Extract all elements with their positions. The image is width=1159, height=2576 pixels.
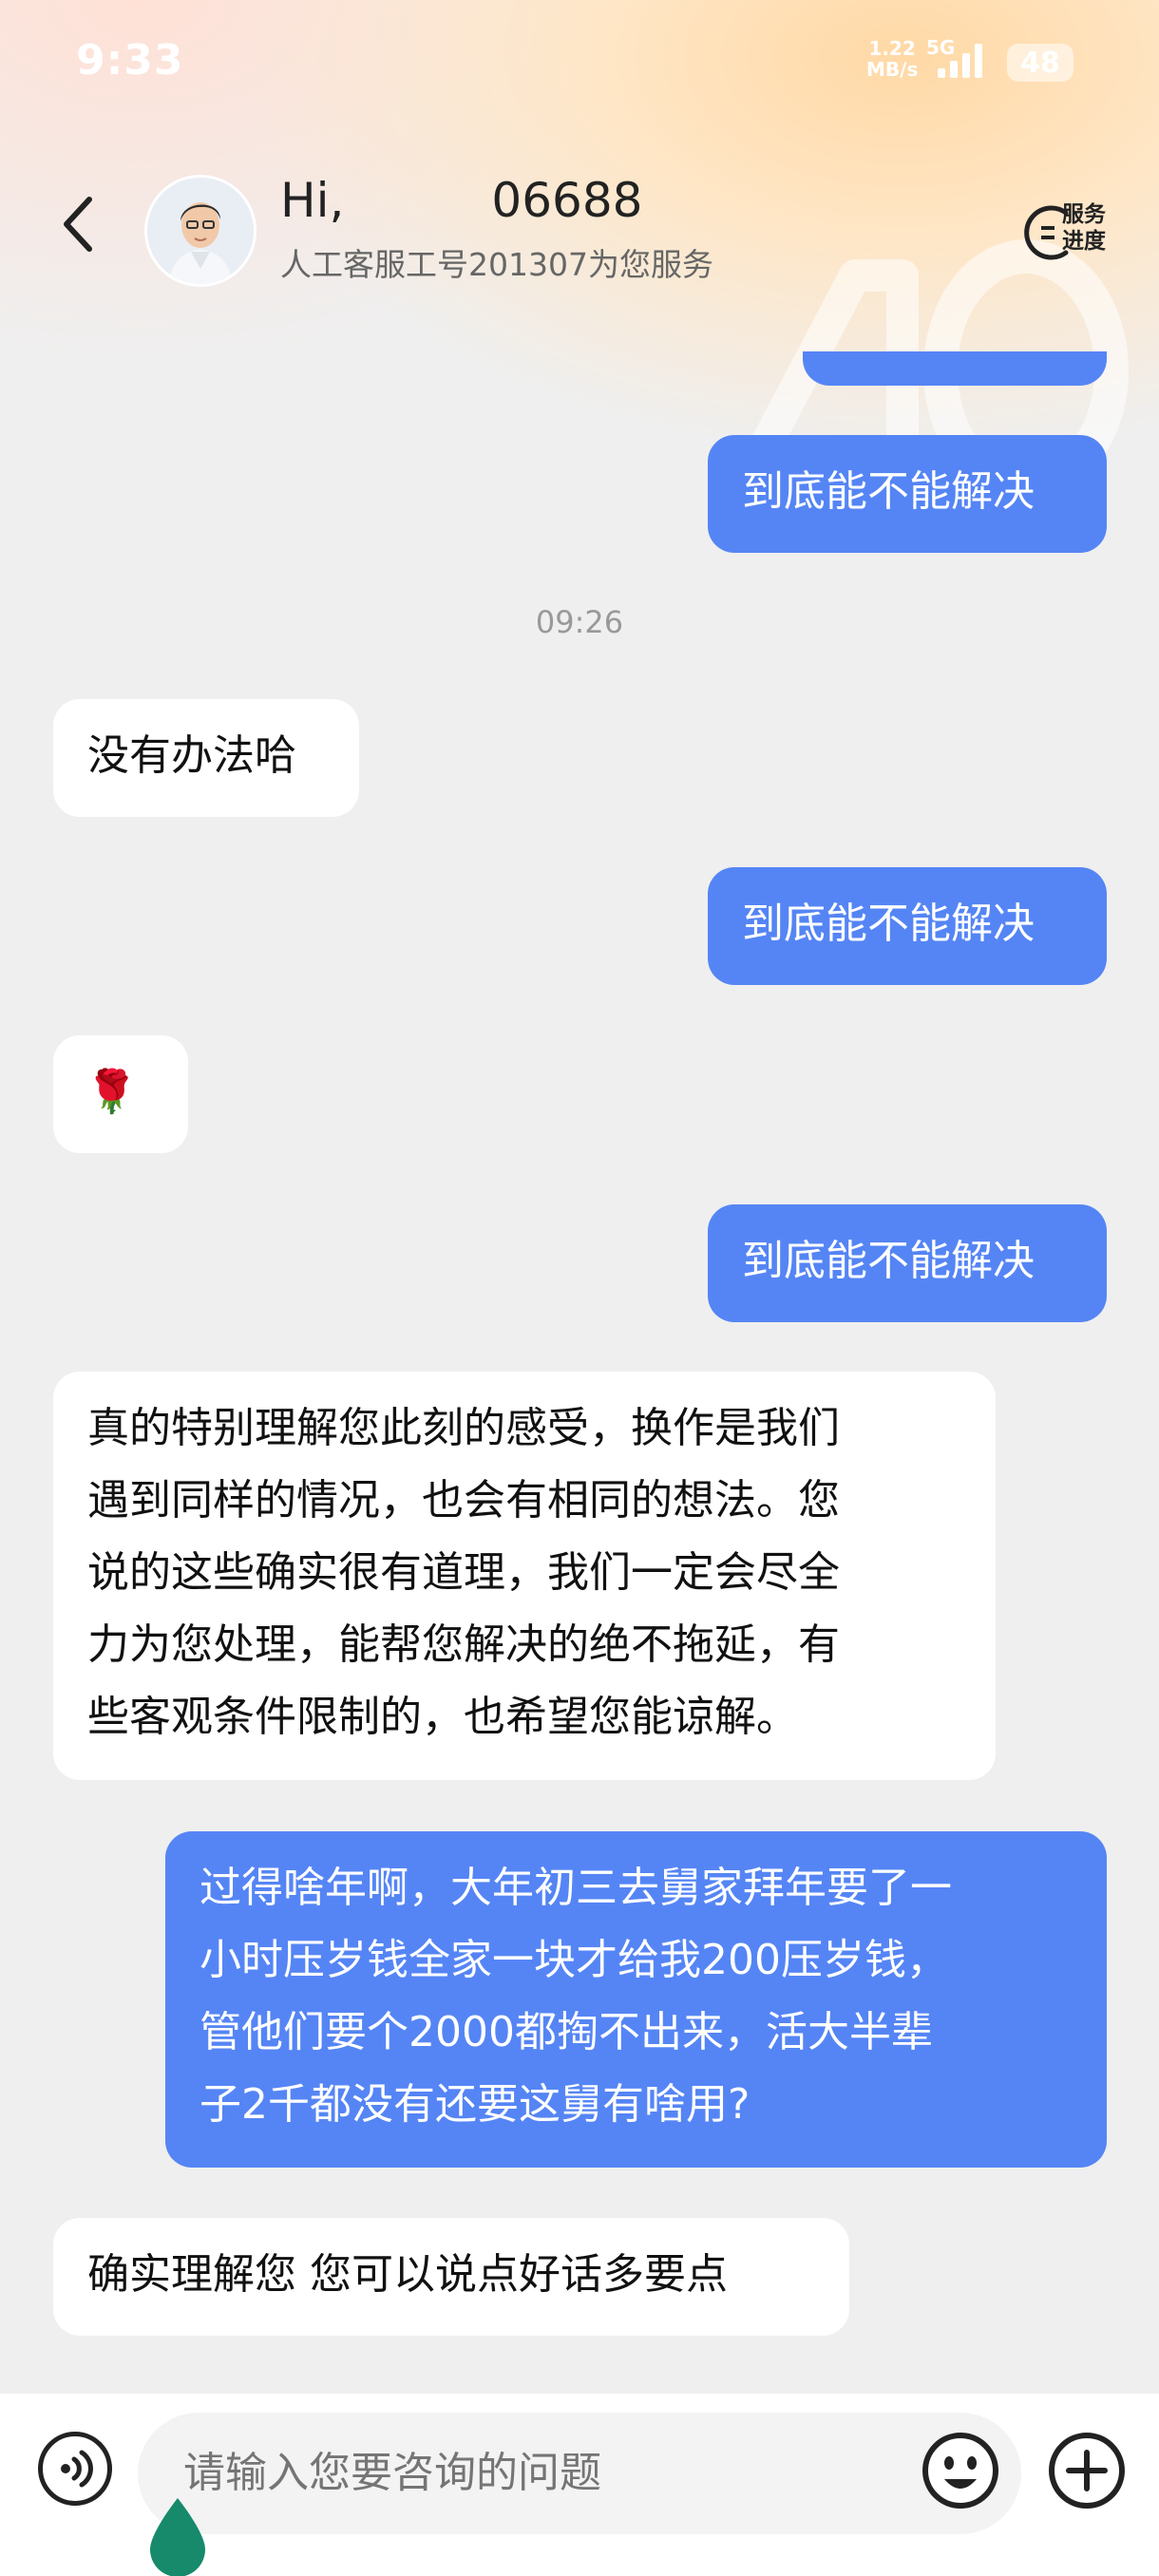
message-bubble-agent[interactable]: 🌹	[53, 1035, 188, 1153]
agent-greeting: Hi, 06688	[280, 173, 642, 228]
message-line: 小时压岁钱全家一块才给我200压岁钱，	[200, 1936, 948, 1984]
assistant-drop-icon[interactable]	[146, 2496, 209, 2576]
message-line: 过得啥年啊，大年初三去舅家拜年要了一	[200, 1864, 952, 1912]
voice-input-button[interactable]	[38, 2432, 112, 2506]
message-bubble-agent[interactable]: 确实理解您 您可以说点好话多要点	[53, 2218, 849, 2336]
back-button[interactable]	[49, 190, 106, 258]
agent-subtitle: 人工客服工号201307为您服务	[280, 246, 713, 283]
battery-indicator: 48	[1007, 44, 1074, 82]
network-speed-unit: MB/s	[866, 58, 919, 81]
message-text: 没有办法哈	[87, 731, 296, 780]
message-line: 管他们要个2000都掏不出来，活大半辈	[200, 2008, 933, 2056]
message-timestamp: 09:26	[535, 604, 624, 640]
message-bubble-mine[interactable]: 到底能不能解决	[708, 867, 1107, 985]
message-line: 真的特别理解您此刻的感受，换作是我们	[87, 1404, 840, 1452]
emoji-button[interactable]	[922, 2432, 999, 2510]
message-bubble-mine[interactable]: 到底能不能解决	[708, 1204, 1107, 1322]
service-progress-label: 服务 进度	[1062, 201, 1106, 255]
message-text: 确实理解您 您可以说点好话多要点	[87, 2250, 728, 2299]
progress-label-line2: 进度	[1062, 229, 1106, 254]
chat-header: Hi, 06688 人工客服工号201307为您服务 服务 进度	[0, 161, 1159, 294]
status-bar: 9:33 1.22 MB/s 5G 48	[0, 0, 1159, 123]
message-bubble-agent[interactable]: 没有办法哈	[53, 699, 359, 817]
status-time: 9:33	[76, 36, 184, 85]
message-bubble-agent[interactable]: 真的特别理解您此刻的感受，换作是我们 遇到同样的情况，也会有相同的想法。您 说的…	[53, 1372, 996, 1780]
message-text: 到底能不能解决	[742, 900, 1035, 948]
person-avatar-icon	[147, 178, 254, 284]
message-bubble-mine[interactable]: 到底能不能解决	[708, 435, 1107, 553]
chevron-left-icon	[64, 197, 92, 252]
message-line: 说的这些确实很有道理，我们一定会尽全	[87, 1548, 840, 1597]
agent-avatar[interactable]	[144, 175, 256, 287]
message-bubble-mine[interactable]: 过得啥年啊，大年初三去舅家拜年要了一 小时压岁钱全家一块才给我200压岁钱， 管…	[165, 1831, 1107, 2168]
service-progress-button[interactable]: 服务 进度	[1024, 198, 1112, 274]
progress-label-line1: 服务	[1062, 202, 1106, 227]
greeting-text: Hi,	[280, 173, 345, 228]
message-line: 力为您处理，能帮您解决的绝不拖延，有	[87, 1620, 840, 1669]
rose-emoji: 🌹	[86, 1068, 138, 1116]
network-speed-value: 1.22	[868, 37, 916, 60]
chat-area[interactable]: 到底能不能解决 09:26 没有办法哈 到底能不能解决 🌹 到底能不能解决 真的…	[0, 0, 1159, 2394]
message-line: 些客观条件限制的，也希望您能谅解。	[87, 1693, 798, 1741]
message-line: 子2千都没有还要这舅有啥用?	[200, 2080, 750, 2129]
message-text: 到底能不能解决	[742, 1237, 1035, 1285]
message-input[interactable]	[138, 2413, 1021, 2534]
voice-icon	[61, 2450, 93, 2488]
message-bubble-partial	[803, 351, 1107, 386]
network-speed: 1.22 MB/s	[866, 38, 918, 80]
add-attachment-button[interactable]	[1048, 2432, 1126, 2510]
message-text: 到底能不能解决	[742, 467, 1035, 516]
user-id-suffix: 06688	[491, 173, 643, 228]
message-line: 遇到同样的情况，也会有相同的想法。您	[87, 1476, 840, 1525]
smiley-icon	[922, 2433, 998, 2509]
plus-icon	[1049, 2433, 1125, 2509]
signal-icon	[938, 44, 982, 78]
